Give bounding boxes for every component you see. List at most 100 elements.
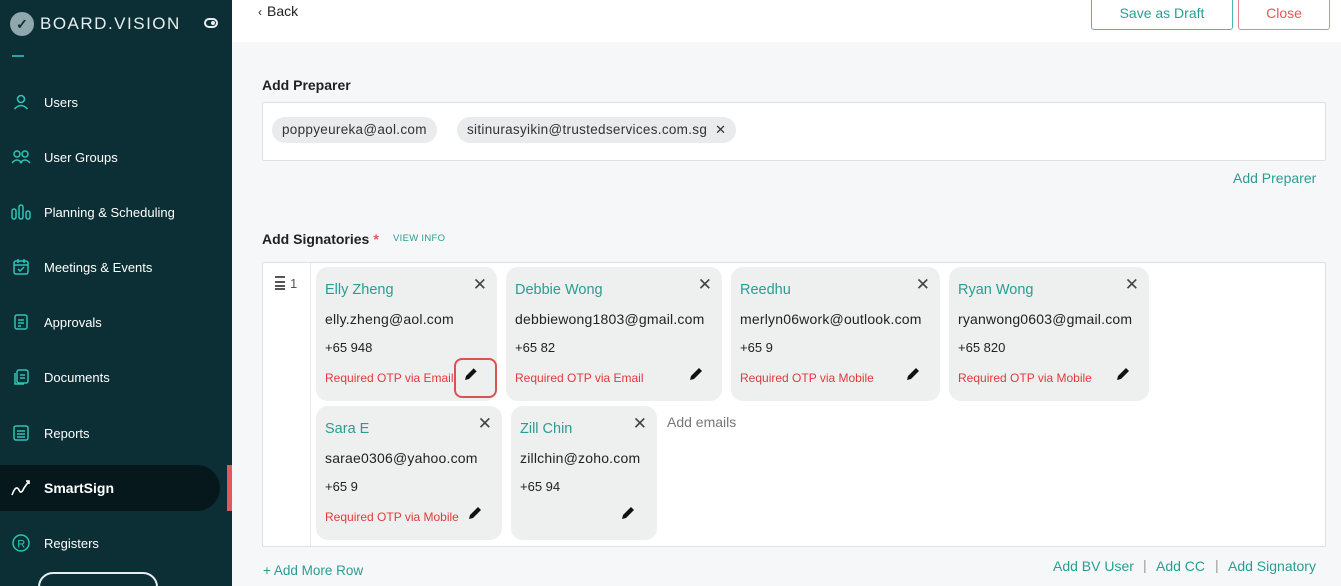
brand-name: BOARD.VISION — [40, 14, 181, 33]
signatory-name: Debbie Wong — [515, 282, 603, 298]
close-button[interactable]: Close — [1238, 0, 1330, 30]
sidebar-item-label: Approvals — [44, 314, 102, 330]
signatory-phone: +65 948 — [325, 340, 373, 355]
registers-icon: R — [10, 532, 32, 554]
signatory-email: merlyn06work@outlook.com — [740, 311, 922, 327]
required-mark: * — [373, 231, 379, 247]
signatory-email: sarae0306@yahoo.com — [325, 450, 478, 466]
save-as-draft-button[interactable]: Save as Draft — [1091, 0, 1233, 30]
signatory-phone: +65 820 — [958, 340, 1006, 355]
remove-chip-icon[interactable]: ✕ — [715, 122, 726, 137]
chip-label: sitinurasyikin@trustedservices.com.sg — [467, 122, 708, 137]
documents-icon — [10, 366, 32, 388]
signatory-name: Sara E — [325, 421, 370, 437]
remove-signatory-icon[interactable]: ✕ — [473, 275, 487, 295]
sidebar-item-registers[interactable]: R Registers — [0, 520, 220, 566]
svg-text:R: R — [17, 538, 25, 550]
edit-pencil-icon[interactable] — [619, 504, 637, 522]
row-number: 1 — [290, 276, 298, 291]
back-label: Back — [267, 3, 299, 19]
sidebar-bottom-toggle[interactable] — [38, 572, 158, 586]
row-handle[interactable]: 1 — [275, 276, 297, 291]
signatory-card[interactable]: Reedhu ✕ merlyn06work@outlook.com +65 9 … — [731, 267, 940, 401]
add-cc-link[interactable]: Add CC — [1156, 558, 1205, 574]
remove-signatory-icon[interactable]: ✕ — [698, 275, 712, 295]
view-info-link[interactable]: VIEW INFO — [393, 233, 445, 244]
user-icon — [10, 91, 32, 113]
otp-requirement: Required OTP via Email — [325, 371, 454, 385]
sidebar: ✓ BOARD.VISION Users User Groups Plannin… — [0, 0, 232, 586]
signatory-email: zillchin@zoho.com — [520, 450, 641, 466]
signatory-card[interactable]: Sara E ✕ sarae0306@yahoo.com +65 9 Requi… — [316, 406, 502, 540]
sidebar-item-approvals[interactable]: Approvals — [0, 299, 220, 345]
active-indicator — [227, 465, 232, 511]
sidebar-item-smartsign[interactable]: SmartSign — [0, 465, 220, 511]
preparer-chip: poppyeureka@aol.com — [272, 117, 437, 143]
signatory-card[interactable]: Zill Chin ✕ zillchin@zoho.com +65 94 — [511, 406, 657, 540]
add-signatory-link[interactable]: Add Signatory — [1228, 558, 1316, 574]
sidebar-item-label: SmartSign — [44, 480, 115, 496]
add-signatories-heading: Add Signatories * — [262, 231, 379, 247]
signatory-name: Zill Chin — [520, 421, 573, 437]
remove-signatory-icon[interactable]: ✕ — [916, 275, 930, 295]
sidebar-item-meetings[interactable]: Meetings & Events — [0, 244, 220, 290]
edit-pencil-icon[interactable] — [466, 504, 484, 522]
signatory-name: Ryan Wong — [958, 282, 1034, 298]
add-bv-user-link[interactable]: Add BV User — [1053, 558, 1134, 574]
smartsign-icon — [10, 477, 32, 499]
otp-requirement: Required OTP via Mobile — [740, 371, 874, 385]
sidebar-item-label: Reports — [44, 425, 90, 441]
chevron-left-icon: ‹ — [258, 5, 262, 19]
signatory-email: ryanwong0603@gmail.com — [958, 311, 1133, 327]
highlight-box — [454, 358, 497, 398]
sidebar-toggle-icon[interactable] — [204, 18, 218, 28]
sidebar-item-planning[interactable]: Planning & Scheduling — [0, 189, 220, 235]
separator: | — [1215, 557, 1219, 573]
signatory-phone: +65 82 — [515, 340, 556, 355]
planning-icon — [10, 201, 32, 223]
signatory-email: debbiewong1803@gmail.com — [515, 311, 705, 327]
topbar: ‹ Back Save as Draft Close — [232, 0, 1341, 42]
sidebar-item-reports[interactable]: Reports — [0, 410, 220, 456]
sidebar-item-label: Registers — [44, 535, 99, 551]
row-separator — [310, 263, 311, 546]
signatory-card[interactable]: Ryan Wong ✕ ryanwong0603@gmail.com +65 8… — [949, 267, 1149, 401]
board-vision-logo-icon: ✓ — [10, 12, 34, 36]
add-preparer-heading: Add Preparer — [262, 77, 351, 93]
remove-signatory-icon[interactable]: ✕ — [478, 414, 492, 434]
add-preparer-link[interactable]: Add Preparer — [1233, 170, 1316, 186]
sidebar-item-documents[interactable]: Documents — [0, 354, 220, 400]
add-emails-input[interactable]: Add emails — [667, 414, 736, 430]
signatory-card[interactable]: Debbie Wong ✕ debbiewong1803@gmail.com +… — [506, 267, 722, 401]
otp-requirement: Required OTP via Mobile — [958, 371, 1092, 385]
chip-label: poppyeureka@aol.com — [282, 122, 427, 137]
edit-pencil-icon[interactable] — [904, 365, 922, 383]
signatory-phone: +65 9 — [740, 340, 773, 355]
sidebar-item-label: Documents — [44, 369, 110, 385]
user-groups-icon — [10, 146, 32, 168]
otp-requirement: Required OTP via Email — [515, 371, 644, 385]
sidebar-item-label: Meetings & Events — [44, 259, 153, 275]
otp-requirement: Required OTP via Mobile — [325, 510, 459, 524]
sidebar-item-users[interactable]: Users — [0, 79, 220, 125]
separator: | — [1143, 557, 1147, 573]
signatory-name: Reedhu — [740, 282, 791, 298]
brand[interactable]: ✓ BOARD.VISION — [10, 12, 181, 36]
drag-handle-icon[interactable] — [275, 276, 285, 290]
preparer-chip: sitinurasyikin@trustedservices.com.sg ✕ — [457, 117, 737, 143]
sidebar-item-label: Planning & Scheduling — [44, 204, 175, 220]
divider — [12, 55, 24, 57]
signatories-label: Add Signatories — [262, 231, 370, 247]
calendar-icon — [10, 256, 32, 278]
sidebar-item-label: User Groups — [44, 149, 118, 165]
edit-pencil-icon[interactable] — [1114, 365, 1132, 383]
signatory-email: elly.zheng@aol.com — [325, 311, 454, 327]
add-more-row-link[interactable]: + Add More Row — [263, 563, 363, 578]
back-link[interactable]: ‹ Back — [258, 3, 298, 19]
edit-pencil-icon[interactable] — [687, 365, 705, 383]
remove-signatory-icon[interactable]: ✕ — [1125, 275, 1139, 295]
signatory-name: Elly Zheng — [325, 282, 394, 298]
signatory-phone: +65 94 — [520, 479, 561, 494]
sidebar-item-user-groups[interactable]: User Groups — [0, 134, 220, 180]
remove-signatory-icon[interactable]: ✕ — [633, 414, 647, 434]
